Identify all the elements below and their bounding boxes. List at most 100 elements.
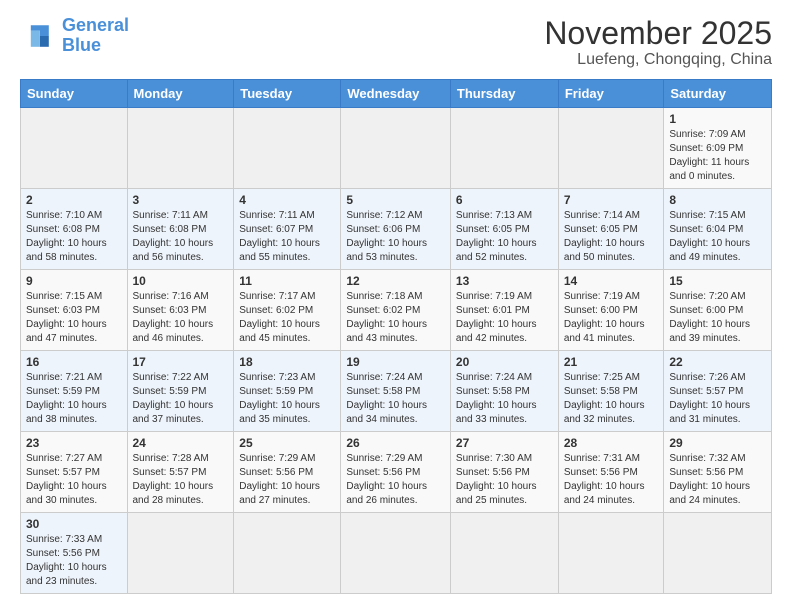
calendar-cell: 1Sunrise: 7:09 AM Sunset: 6:09 PM Daylig… [664, 108, 772, 189]
calendar-cell: 30 Sunrise: 7:33 AM Sunset: 5:56 PM Dayli… [21, 513, 128, 594]
calendar-cell: 15 Sunrise: 7:20 AM Sunset: 6:00 PM Dayli… [664, 270, 772, 351]
calendar-cell: 13 Sunrise: 7:19 AM Sunset: 6:01 PM Dayli… [450, 270, 558, 351]
header: General Blue November 2025 Luefeng, Chon… [20, 16, 772, 69]
day-number: 13 [456, 274, 553, 288]
calendar-week-5: 30 Sunrise: 7:33 AM Sunset: 5:56 PM Dayli… [21, 513, 772, 594]
day-number: 8 [669, 193, 766, 207]
weekday-tuesday: Tuesday [234, 80, 341, 108]
calendar-cell: 7 Sunrise: 7:14 AM Sunset: 6:05 PM Daylig… [558, 189, 664, 270]
day-number: 14 [564, 274, 659, 288]
calendar-week-1: 2 Sunrise: 7:10 AM Sunset: 6:08 PM Daylig… [21, 189, 772, 270]
day-info: Sunrise: 7:21 AM Sunset: 5:59 PM Dayligh… [26, 371, 122, 427]
calendar-cell: 28Sunrise: 7:31 AM Sunset: 5:56 PM Dayli… [558, 432, 664, 513]
day-info: Sunrise: 7:14 AM Sunset: 6:05 PM Dayligh… [564, 209, 659, 265]
day-number: 3 [133, 193, 229, 207]
calendar-subtitle: Luefeng, Chongqing, China [544, 51, 772, 69]
calendar-header: SundayMondayTuesdayWednesdayThursdayFrid… [21, 80, 772, 108]
day-number: 10 [133, 274, 229, 288]
calendar-week-4: 23Sunrise: 7:27 AM Sunset: 5:57 PM Dayli… [21, 432, 772, 513]
day-info: Sunrise: 7:16 AM Sunset: 6:03 PM Dayligh… [133, 290, 229, 346]
day-number: 15 [669, 274, 766, 288]
calendar-cell: 14 Sunrise: 7:19 AM Sunset: 6:00 PM Dayli… [558, 270, 664, 351]
calendar-cell: 3Sunrise: 7:11 AM Sunset: 6:08 PM Daylig… [127, 189, 234, 270]
weekday-wednesday: Wednesday [341, 80, 451, 108]
calendar-week-0: 1Sunrise: 7:09 AM Sunset: 6:09 PM Daylig… [21, 108, 772, 189]
calendar-week-3: 16Sunrise: 7:21 AM Sunset: 5:59 PM Dayli… [21, 351, 772, 432]
calendar-cell [450, 108, 558, 189]
day-info: Sunrise: 7:32 AM Sunset: 5:56 PM Dayligh… [669, 452, 766, 508]
calendar-cell: 10 Sunrise: 7:16 AM Sunset: 6:03 PM Dayli… [127, 270, 234, 351]
day-info: Sunrise: 7:30 AM Sunset: 5:56 PM Dayligh… [456, 452, 553, 508]
calendar-cell [558, 108, 664, 189]
day-number: 22 [669, 355, 766, 369]
weekday-row: SundayMondayTuesdayWednesdayThursdayFrid… [21, 80, 772, 108]
day-number: 12 [346, 274, 445, 288]
calendar-cell [234, 513, 341, 594]
calendar-cell: 18 Sunrise: 7:23 AM Sunset: 5:59 PM Dayli… [234, 351, 341, 432]
day-number: 7 [564, 193, 659, 207]
day-number: 5 [346, 193, 445, 207]
day-info: Sunrise: 7:25 AM Sunset: 5:58 PM Dayligh… [564, 371, 659, 427]
weekday-saturday: Saturday [664, 80, 772, 108]
calendar-cell: 26Sunrise: 7:29 AM Sunset: 5:56 PM Dayli… [341, 432, 451, 513]
weekday-thursday: Thursday [450, 80, 558, 108]
day-info: Sunrise: 7:24 AM Sunset: 5:58 PM Dayligh… [346, 371, 445, 427]
calendar-cell [341, 513, 451, 594]
day-info: Sunrise: 7:27 AM Sunset: 5:57 PM Dayligh… [26, 452, 122, 508]
day-info: Sunrise: 7:19 AM Sunset: 6:00 PM Dayligh… [564, 290, 659, 346]
calendar-cell: 23Sunrise: 7:27 AM Sunset: 5:57 PM Dayli… [21, 432, 128, 513]
calendar-cell [234, 108, 341, 189]
day-number: 18 [239, 355, 335, 369]
logo-line1: General [62, 15, 129, 35]
day-number: 30 [26, 517, 122, 531]
calendar-table: SundayMondayTuesdayWednesdayThursdayFrid… [20, 79, 772, 594]
day-number: 9 [26, 274, 122, 288]
calendar-cell [127, 108, 234, 189]
calendar-cell: 19Sunrise: 7:24 AM Sunset: 5:58 PM Dayli… [341, 351, 451, 432]
day-number: 1 [669, 112, 766, 126]
day-info: Sunrise: 7:23 AM Sunset: 5:59 PM Dayligh… [239, 371, 335, 427]
day-number: 6 [456, 193, 553, 207]
calendar-week-2: 9 Sunrise: 7:15 AM Sunset: 6:03 PM Daylig… [21, 270, 772, 351]
calendar-cell: 11 Sunrise: 7:17 AM Sunset: 6:02 PM Dayli… [234, 270, 341, 351]
day-info: Sunrise: 7:20 AM Sunset: 6:00 PM Dayligh… [669, 290, 766, 346]
calendar-cell [450, 513, 558, 594]
calendar-cell: 24Sunrise: 7:28 AM Sunset: 5:57 PM Dayli… [127, 432, 234, 513]
calendar-cell: 6Sunrise: 7:13 AM Sunset: 6:05 PM Daylig… [450, 189, 558, 270]
day-number: 29 [669, 436, 766, 450]
calendar-cell: 9 Sunrise: 7:15 AM Sunset: 6:03 PM Daylig… [21, 270, 128, 351]
day-number: 26 [346, 436, 445, 450]
day-info: Sunrise: 7:15 AM Sunset: 6:03 PM Dayligh… [26, 290, 122, 346]
day-info: Sunrise: 7:19 AM Sunset: 6:01 PM Dayligh… [456, 290, 553, 346]
weekday-sunday: Sunday [21, 80, 128, 108]
day-number: 17 [133, 355, 229, 369]
day-number: 27 [456, 436, 553, 450]
calendar-cell: 5Sunrise: 7:12 AM Sunset: 6:06 PM Daylig… [341, 189, 451, 270]
calendar-cell: 8Sunrise: 7:15 AM Sunset: 6:04 PM Daylig… [664, 189, 772, 270]
logo-line2: Blue [62, 35, 101, 55]
day-number: 2 [26, 193, 122, 207]
day-number: 25 [239, 436, 335, 450]
day-info: Sunrise: 7:24 AM Sunset: 5:58 PM Dayligh… [456, 371, 553, 427]
calendar-cell: 2 Sunrise: 7:10 AM Sunset: 6:08 PM Daylig… [21, 189, 128, 270]
calendar-cell: 29 Sunrise: 7:32 AM Sunset: 5:56 PM Dayli… [664, 432, 772, 513]
calendar-cell: 21 Sunrise: 7:25 AM Sunset: 5:58 PM Dayli… [558, 351, 664, 432]
calendar-cell: 25 Sunrise: 7:29 AM Sunset: 5:56 PM Dayli… [234, 432, 341, 513]
day-info: Sunrise: 7:17 AM Sunset: 6:02 PM Dayligh… [239, 290, 335, 346]
calendar-cell: 20Sunrise: 7:24 AM Sunset: 5:58 PM Dayli… [450, 351, 558, 432]
calendar-cell: 4Sunrise: 7:11 AM Sunset: 6:07 PM Daylig… [234, 189, 341, 270]
calendar-title: November 2025 [544, 16, 772, 51]
day-info: Sunrise: 7:22 AM Sunset: 5:59 PM Dayligh… [133, 371, 229, 427]
calendar-cell [558, 513, 664, 594]
title-block: November 2025 Luefeng, Chongqing, China [544, 16, 772, 69]
day-info: Sunrise: 7:18 AM Sunset: 6:02 PM Dayligh… [346, 290, 445, 346]
day-number: 11 [239, 274, 335, 288]
calendar-cell [664, 513, 772, 594]
day-info: Sunrise: 7:29 AM Sunset: 5:56 PM Dayligh… [239, 452, 335, 508]
day-info: Sunrise: 7:10 AM Sunset: 6:08 PM Dayligh… [26, 209, 122, 265]
day-number: 21 [564, 355, 659, 369]
calendar-body: 1Sunrise: 7:09 AM Sunset: 6:09 PM Daylig… [21, 108, 772, 594]
calendar-cell [127, 513, 234, 594]
day-info: Sunrise: 7:33 AM Sunset: 5:56 PM Dayligh… [26, 533, 122, 589]
calendar-cell: 12 Sunrise: 7:18 AM Sunset: 6:02 PM Dayli… [341, 270, 451, 351]
